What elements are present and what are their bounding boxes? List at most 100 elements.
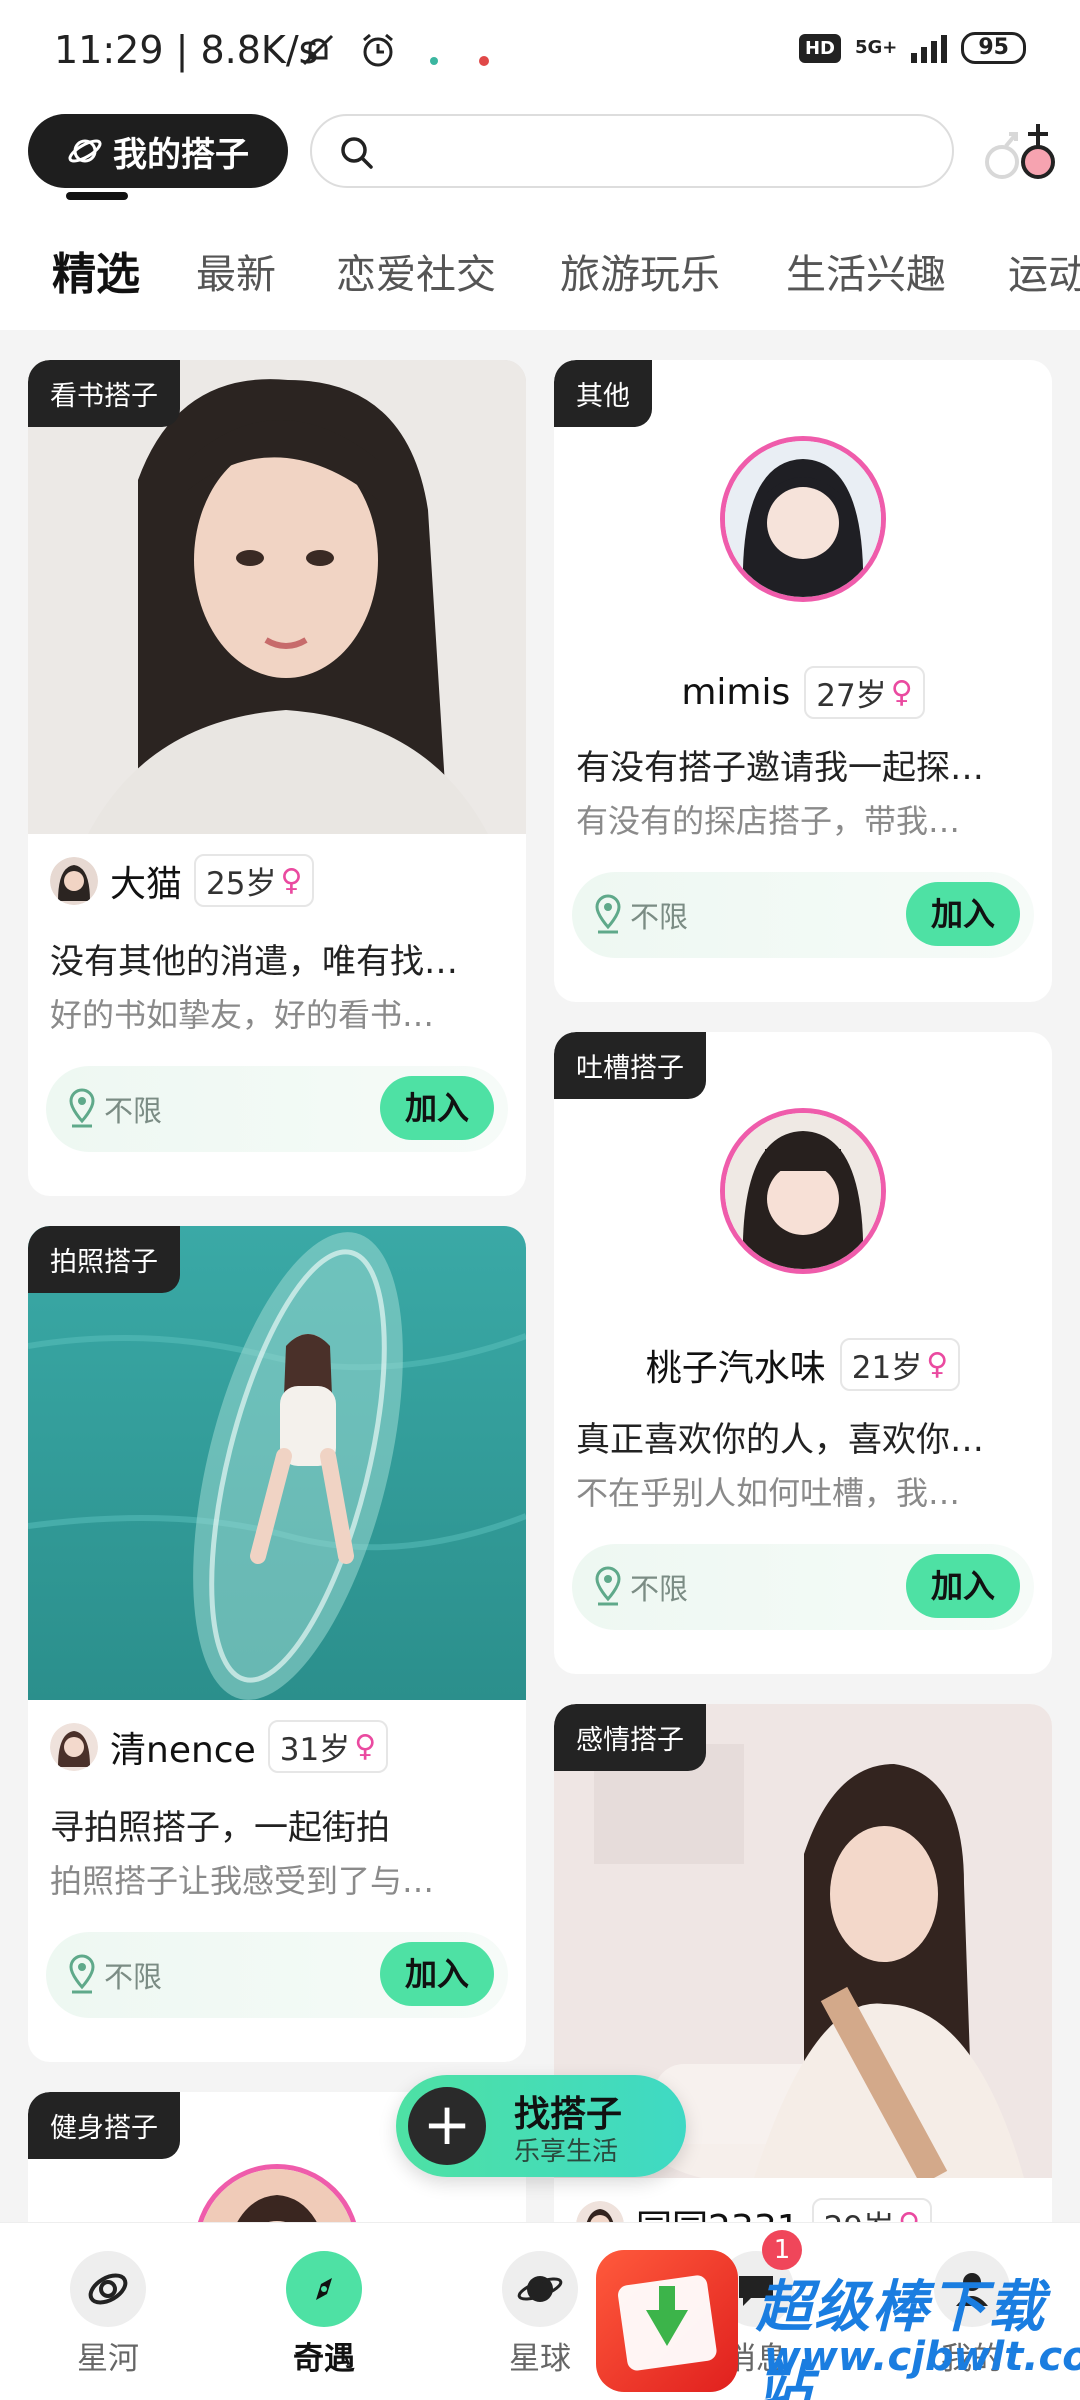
- compass-icon: [286, 2251, 362, 2327]
- planet-nav-icon: [502, 2251, 578, 2327]
- cover-photo: [28, 1226, 526, 1700]
- nav-label-planet: 星球: [509, 2341, 571, 2377]
- location-pin-icon: [69, 1088, 95, 1128]
- tab-travel-play[interactable]: 旅游玩乐: [560, 242, 720, 300]
- location-bar: 不限 加入: [46, 1066, 508, 1152]
- category-tag: 吐槽搭子: [554, 1032, 706, 1099]
- alarm-icon: [358, 30, 398, 79]
- find-partner-sublabel: 乐享生活: [514, 2137, 619, 2167]
- location-text: 不限: [104, 1094, 163, 1128]
- find-partner-label: 找搭子: [514, 2094, 623, 2135]
- partner-card[interactable]: 其他 mimis 27岁 ♀ 有没有搭子邀请我一起探… 有没有的探店搭子，带我… …: [554, 360, 1052, 1002]
- tab-sports[interactable]: 运动: [1008, 242, 1080, 300]
- tab-latest[interactable]: 最新: [196, 242, 276, 300]
- user-row: 大猫 25岁 ♀: [50, 854, 315, 907]
- avatar[interactable]: [720, 1108, 886, 1274]
- post-title: 真正喜欢你的人，喜欢你…: [576, 1420, 984, 1460]
- post-description: 拍照搭子让我感受到了与…: [50, 1862, 435, 1900]
- battery-icon: 95: [961, 32, 1026, 64]
- user-row: mimis 27岁 ♀: [554, 666, 1052, 719]
- app-notification-icon: [424, 40, 444, 80]
- planet-icon: [68, 139, 102, 163]
- nav-label-encounter: 奇遇: [293, 2341, 355, 2377]
- user-row: 桃子汽水味 21岁 ♀: [554, 1338, 1052, 1391]
- user-row: 清nence 31岁 ♀: [50, 1720, 389, 1773]
- join-button[interactable]: 加入: [380, 1942, 494, 2006]
- join-button[interactable]: 加入: [906, 882, 1020, 946]
- avatar[interactable]: [720, 436, 886, 602]
- nav-item-galaxy[interactable]: 星河: [48, 2251, 168, 2378]
- location-pin-icon: [595, 894, 621, 934]
- username: mimis: [681, 672, 791, 713]
- network-type: 5G+: [854, 37, 898, 58]
- location-text: 不限: [104, 1960, 163, 1994]
- category-tabs: 精选 最新 恋爱社交 旅游玩乐 生活兴趣 运动: [0, 220, 1080, 330]
- join-button[interactable]: 加入: [906, 1554, 1020, 1618]
- username: 清nence: [110, 1729, 256, 1771]
- my-partner-button[interactable]: 我的搭子: [28, 114, 288, 188]
- watermark-logo: [596, 2250, 738, 2392]
- partner-card[interactable]: 吐槽搭子 桃子汽水味 21岁 ♀ 真正喜欢你的人，喜欢你… 不在乎别人如何吐槽，我…: [554, 1032, 1052, 1674]
- age-text: 31岁: [279, 1732, 351, 1768]
- age-badge: 27岁 ♀: [804, 666, 925, 719]
- tab-dating-social[interactable]: 恋爱社交: [336, 242, 496, 300]
- nav-item-encounter[interactable]: 奇遇: [264, 2251, 384, 2378]
- female-icon: ♀: [280, 863, 303, 898]
- plus-icon: +: [408, 2087, 486, 2165]
- nav-label-galaxy: 星河: [77, 2341, 139, 2377]
- category-tag: 健身搭子: [28, 2092, 180, 2159]
- cover-photo: [28, 360, 526, 834]
- location-text: 不限: [630, 900, 689, 934]
- post-title: 有没有搭子邀请我一起探…: [576, 748, 984, 788]
- message-badge: 1: [762, 2230, 802, 2270]
- status-time: 11:29 | 8.8K/s: [54, 28, 319, 72]
- username: 桃子汽水味: [645, 1347, 826, 1389]
- avatar[interactable]: [50, 856, 98, 905]
- status-right: HD 5G+ 95: [798, 32, 1026, 64]
- search-icon: [341, 137, 373, 169]
- post-title: 没有其他的消遣，唯有找…: [50, 942, 458, 982]
- category-tag: 其他: [554, 360, 652, 427]
- location-bar: 不限 加入: [46, 1932, 508, 2018]
- active-tab-indicator: [66, 192, 128, 200]
- female-icon: ♀: [926, 1347, 949, 1382]
- tab-featured[interactable]: 精选: [52, 238, 140, 302]
- mute-icon: [298, 30, 338, 79]
- avatar[interactable]: [50, 1722, 98, 1771]
- header: 我的搭子 精选 最新 恋爱社交 旅游玩乐 生活兴趣 运动: [0, 100, 1080, 330]
- location-bar: 不限 加入: [572, 1544, 1034, 1630]
- my-partner-label: 我的搭子: [113, 134, 249, 175]
- category-tag: 感情搭子: [554, 1704, 706, 1771]
- age-badge: 21岁 ♀: [839, 1338, 961, 1391]
- location-text: 不限: [630, 1572, 689, 1606]
- watermark: 超级棒下载站 www.cjbwlt.com: [596, 2246, 1080, 2400]
- post-description: 有没有的探店搭子，带我…: [576, 802, 961, 840]
- age-badge: 31岁 ♀: [267, 1720, 389, 1773]
- search-input[interactable]: [310, 114, 954, 188]
- join-button[interactable]: 加入: [380, 1076, 494, 1140]
- age-text: 25岁: [206, 866, 277, 902]
- watermark-url: www.cjbwlt.com: [764, 2334, 1080, 2380]
- location-pin-icon: [69, 1954, 95, 1994]
- location-bar: 不限 加入: [572, 872, 1034, 958]
- username: 大猫: [110, 863, 183, 905]
- hd-badge: HD: [798, 33, 841, 63]
- nav-item-planet[interactable]: 星球: [480, 2251, 600, 2378]
- partner-card[interactable]: 看书搭子 大猫 25岁 ♀ 没有其他的消遣，唯有找… 好的书如挚友，好的看书… 不…: [28, 360, 526, 1196]
- gender-filter-icon[interactable]: [976, 116, 1060, 186]
- age-badge: 25岁 ♀: [194, 854, 315, 907]
- app-notification-icon-2: [474, 40, 494, 80]
- post-description: 不在乎别人如何吐槽，我…: [576, 1474, 961, 1512]
- clock: 11:29: [54, 28, 164, 72]
- age-text: 21岁: [851, 1350, 923, 1386]
- age-text: 27岁: [816, 678, 887, 714]
- female-icon: ♀: [890, 675, 913, 710]
- galaxy-icon: [70, 2251, 146, 2327]
- find-partner-button[interactable]: + 找搭子 乐享生活: [396, 2075, 686, 2177]
- tab-life-interest[interactable]: 生活兴趣: [786, 242, 946, 300]
- category-tag: 看书搭子: [28, 360, 180, 427]
- post-description: 好的书如挚友，好的看书…: [50, 996, 435, 1034]
- female-icon: ♀: [354, 1729, 377, 1764]
- post-title: 寻拍照搭子，一起街拍: [50, 1808, 390, 1848]
- partner-card[interactable]: 拍照搭子 清nence 31岁 ♀ 寻拍照搭子，一起街拍 拍照搭子让我感受到了与……: [28, 1226, 526, 2062]
